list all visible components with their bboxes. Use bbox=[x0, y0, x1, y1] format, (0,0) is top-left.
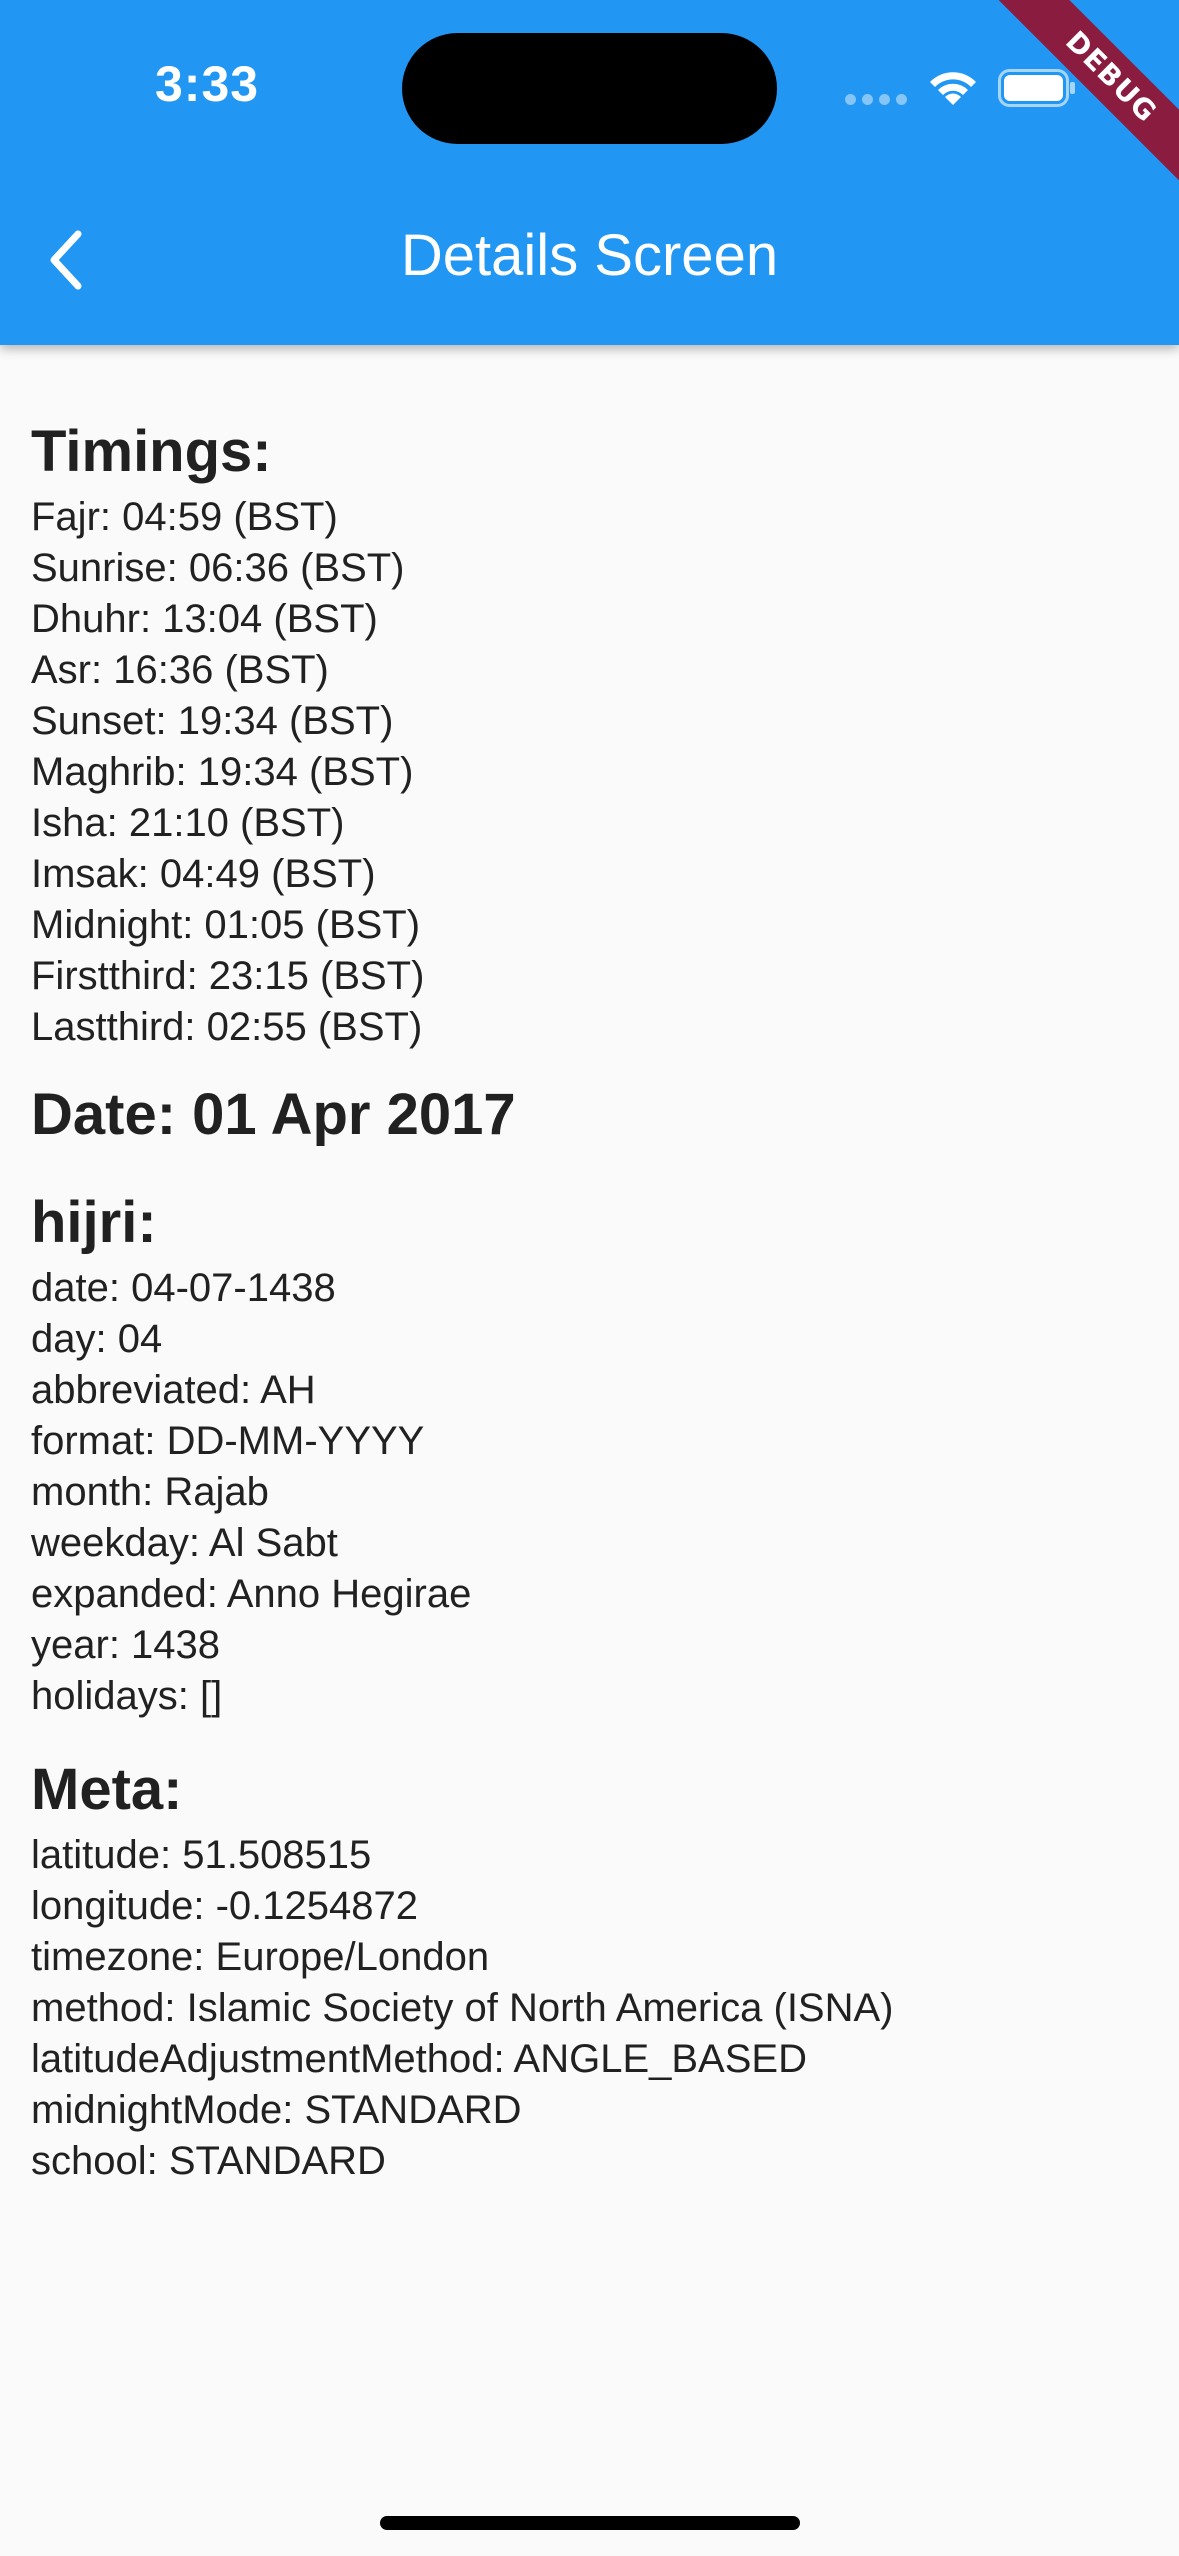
timing-midnight: Midnight: 01:05 (BST) bbox=[31, 903, 421, 947]
hijri-year: year: 1438 bbox=[31, 1623, 221, 1667]
wifi-icon bbox=[930, 72, 976, 105]
hijri-expanded: expanded: Anno Hegirae bbox=[31, 1572, 472, 1616]
meta-longitude: longitude: -0.1254872 bbox=[31, 1884, 418, 1928]
meta-school: school: STANDARD bbox=[31, 2139, 386, 2183]
timing-fajr: Fajr: 04:59 (BST) bbox=[31, 495, 338, 539]
battery-icon bbox=[998, 69, 1075, 107]
date-heading: Date: 01 Apr 2017 bbox=[31, 1082, 516, 1147]
hijri-holidays: holidays: [] bbox=[31, 1674, 223, 1718]
timings-list: Fajr: 04:59 (BST) Sunrise: 06:36 (BST) D… bbox=[31, 492, 1151, 1053]
timing-sunset: Sunset: 19:34 (BST) bbox=[31, 699, 394, 743]
hijri-heading: hijri: bbox=[31, 1190, 157, 1255]
timing-imsak: Imsak: 04:49 (BST) bbox=[31, 852, 376, 896]
hijri-weekday: weekday: Al Sabt bbox=[31, 1521, 338, 1565]
meta-midnight-mode: midnightMode: STANDARD bbox=[31, 2088, 522, 2132]
timing-dhuhr: Dhuhr: 13:04 (BST) bbox=[31, 597, 378, 641]
home-indicator bbox=[380, 2516, 800, 2530]
app-bar: 3:33 Details Screen bbox=[0, 0, 1179, 345]
hijri-list: date: 04-07-1438 day: 04 abbreviated: AH… bbox=[31, 1263, 1151, 1722]
hijri-date: date: 04-07-1438 bbox=[31, 1266, 336, 1310]
screen-title: Details Screen bbox=[400, 223, 779, 288]
timings-heading: Timings: bbox=[31, 419, 272, 484]
timing-asr: Asr: 16:36 (BST) bbox=[31, 648, 329, 692]
timing-isha: Isha: 21:10 (BST) bbox=[31, 801, 345, 845]
timing-sunrise: Sunrise: 06:36 (BST) bbox=[31, 546, 405, 590]
meta-heading: Meta: bbox=[31, 1757, 183, 1822]
meta-list: latitude: 51.508515 longitude: -0.125487… bbox=[31, 1830, 1151, 2187]
dynamic-island bbox=[402, 33, 777, 144]
meta-timezone: timezone: Europe/London bbox=[31, 1935, 490, 1979]
hijri-format: format: DD-MM-YYYY bbox=[31, 1419, 425, 1463]
hijri-month: month: Rajab bbox=[31, 1470, 269, 1514]
timing-firstthird: Firstthird: 23:15 (BST) bbox=[31, 954, 425, 998]
timing-maghrib: Maghrib: 19:34 (BST) bbox=[31, 750, 414, 794]
meta-latitude-adjustment: latitudeAdjustmentMethod: ANGLE_BASED bbox=[31, 2037, 807, 2081]
details-content: Timings: Fajr: 04:59 (BST) Sunrise: 06:3… bbox=[31, 412, 1151, 2187]
meta-method: method: Islamic Society of North America… bbox=[31, 1986, 894, 2030]
timing-lastthird: Lastthird: 02:55 (BST) bbox=[31, 1005, 423, 1049]
meta-latitude: latitude: 51.508515 bbox=[31, 1833, 372, 1877]
hijri-day: day: 04 bbox=[31, 1317, 163, 1361]
status-time: 3:33 bbox=[155, 56, 260, 112]
hijri-abbreviated: abbreviated: AH bbox=[31, 1368, 316, 1412]
cellular-signal-icon bbox=[845, 94, 907, 105]
